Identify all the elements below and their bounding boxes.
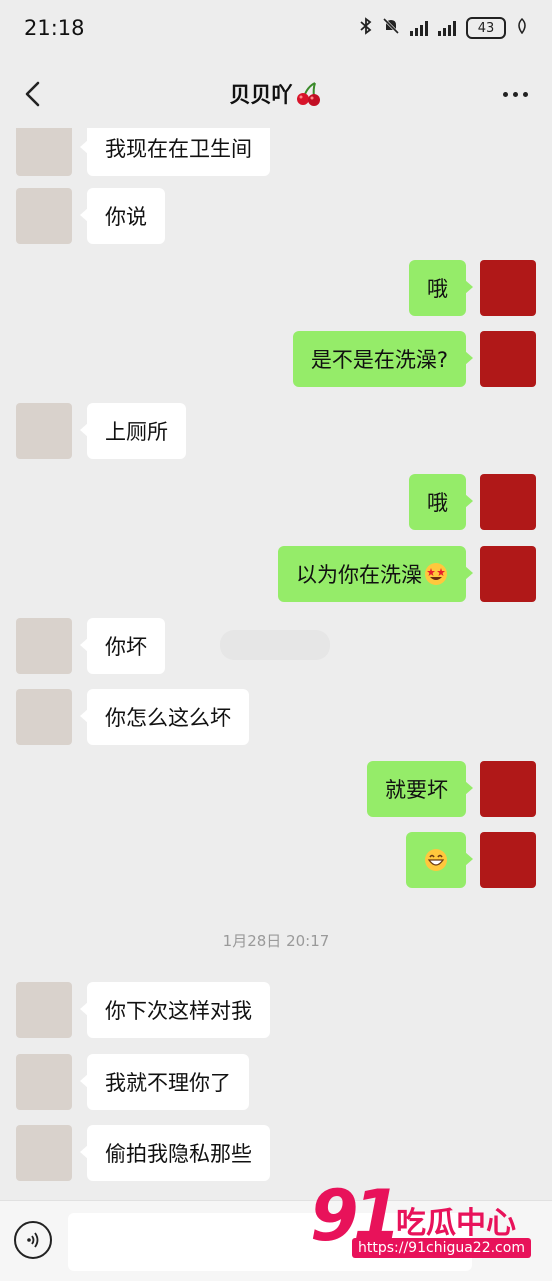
contact-avatar[interactable] (16, 403, 72, 459)
sent-message[interactable]: 以为你在洗澡 (278, 546, 473, 602)
contact-avatar[interactable] (16, 128, 72, 176)
my-avatar[interactable] (480, 331, 536, 387)
received-message[interactable]: 偷拍我隐私那些 (80, 1125, 270, 1181)
chat-title: 贝贝吖 (230, 79, 323, 109)
chevron-left-icon (25, 81, 40, 107)
back-button[interactable] (18, 78, 50, 110)
chat-header: 贝贝吖 (0, 60, 552, 128)
message-row: 我就不理你了 (0, 1054, 552, 1110)
received-message[interactable]: 上厕所 (80, 403, 186, 459)
sent-message[interactable]: 哦 (409, 474, 473, 530)
contact-avatar[interactable] (16, 188, 72, 244)
my-avatar[interactable] (480, 474, 536, 530)
message-row: 你怎么这么坏 (0, 689, 552, 745)
watermark-chinese: 吃瓜中心 (396, 1206, 516, 1241)
my-avatar[interactable] (480, 832, 536, 888)
site-watermark: 91 吃瓜中心 https://91chigua22.com (300, 1176, 540, 1272)
contact-avatar[interactable] (16, 618, 72, 674)
received-message[interactable]: 我就不理你了 (80, 1054, 249, 1110)
signal-icon-2 (438, 20, 456, 36)
my-avatar[interactable] (480, 761, 536, 817)
watermark-url: https://91chigua22.com (352, 1238, 531, 1258)
received-message[interactable]: 你坏 (80, 618, 165, 674)
signal-icon (410, 20, 428, 36)
sent-message[interactable]: 就要坏 (367, 761, 473, 817)
message-row: 哦 (0, 474, 552, 530)
leaf-icon (516, 17, 528, 38)
contact-avatar[interactable] (16, 1125, 72, 1181)
message-row (0, 832, 552, 888)
message-list[interactable]: 我现在在卫生间 你说 哦 是不是在洗澡? 上厕所 哦 以为你在洗澡 你坏 你怎么… (0, 128, 552, 1200)
bluetooth-icon (360, 17, 372, 39)
sent-message[interactable]: 哦 (409, 260, 473, 316)
more-options-button[interactable] (498, 78, 532, 110)
message-row: 就要坏 (0, 761, 552, 817)
message-timestamp: 1月28日 20:17 (222, 932, 330, 950)
message-row: 上厕所 (0, 403, 552, 459)
received-message[interactable]: 你说 (80, 188, 165, 244)
received-message[interactable]: 你下次这样对我 (80, 982, 270, 1038)
contact-avatar[interactable] (16, 689, 72, 745)
more-dot-icon (512, 91, 518, 97)
mute-bell-icon (382, 17, 400, 39)
battery-level: 43 (466, 17, 506, 39)
received-message[interactable]: 你怎么这么坏 (80, 689, 249, 745)
status-bar: 21:18 43 (0, 0, 552, 56)
cherries-icon (296, 82, 320, 106)
voice-button[interactable] (14, 1221, 52, 1259)
star-struck-emoji-icon (425, 563, 447, 585)
blurred-region (220, 630, 330, 660)
status-time: 21:18 (24, 16, 85, 40)
grinning-emoji-icon (425, 849, 447, 871)
message-row: 是不是在洗澡? (0, 331, 552, 387)
contact-avatar[interactable] (16, 982, 72, 1038)
message-row: 以为你在洗澡 (0, 546, 552, 602)
sent-message[interactable]: 是不是在洗澡? (292, 331, 474, 387)
received-message[interactable]: 我现在在卫生间 (80, 128, 270, 176)
more-dot-icon (502, 91, 508, 97)
contact-avatar[interactable] (16, 1054, 72, 1110)
message-row: 你说 (0, 188, 552, 244)
message-row: 偷拍我隐私那些 (0, 1125, 552, 1181)
status-icons: 43 (360, 17, 528, 39)
message-text: 以为你在洗澡 (296, 563, 422, 587)
my-avatar[interactable] (480, 546, 536, 602)
more-dot-icon (522, 91, 528, 97)
my-avatar[interactable] (480, 260, 536, 316)
message-row: 你下次这样对我 (0, 982, 552, 1038)
message-row: 哦 (0, 260, 552, 316)
message-row: 我现在在卫生间 (0, 128, 552, 176)
voice-icon (27, 1232, 39, 1248)
contact-name: 贝贝吖 (229, 83, 293, 107)
sent-message[interactable] (406, 832, 473, 888)
